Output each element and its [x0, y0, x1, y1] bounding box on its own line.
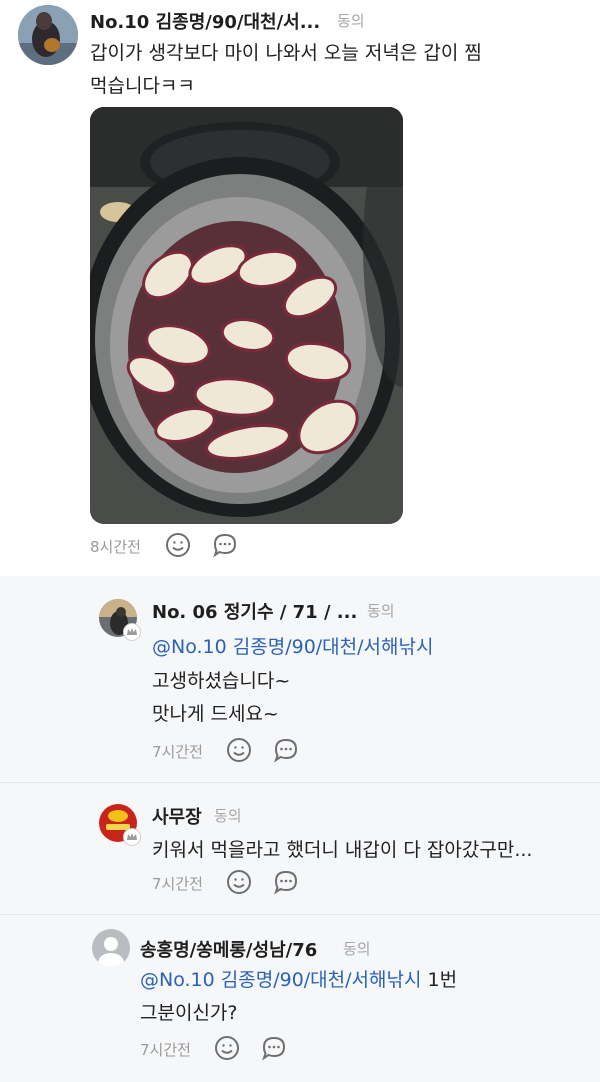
reply2-comment-icon[interactable] [272, 868, 300, 896]
reply3-tag: 동의 [343, 940, 371, 958]
main-comment-author[interactable]: No.10 김종명/90/대천/서... [90, 8, 335, 34]
reply3-emoji-icon[interactable] [213, 1034, 241, 1062]
reply2-author[interactable]: 사무장 [152, 803, 202, 829]
reply2-tag: 동의 [214, 807, 242, 825]
reply3-comment-icon[interactable] [260, 1034, 288, 1062]
main-comment-text-line1: 갑이가 생각보다 마이 나와서 오늘 저녁은 갑이 찜 [90, 42, 482, 64]
reply1-emoji-icon[interactable] [225, 736, 253, 764]
reply2-time: 7시간전 [152, 875, 203, 893]
reply3-mention-suffix: 1번 [421, 969, 458, 991]
main-comment-avatar[interactable] [18, 5, 78, 65]
main-comment-time: 8시간전 [90, 538, 141, 556]
reply3-text-line1: @No.10 김종명/90/대천/서해낚시 1번 [140, 964, 457, 997]
reply3-avatar[interactable] [92, 929, 130, 967]
reply1-time: 7시간전 [152, 743, 203, 761]
reply2-member-badge-icon [123, 828, 141, 846]
main-comment-photo[interactable] [90, 107, 403, 524]
reply3-author[interactable]: 송홍명/쏭메롱/성남/76 [140, 936, 317, 962]
reply1-tag: 동의 [367, 602, 395, 620]
emoji-reaction-icon[interactable] [164, 531, 192, 559]
reply1-text-line2: 맛나게 드세요~ [152, 703, 279, 725]
reply2-text-line1: 키워서 먹을라고 했더니 내갑이 다 잡아갔구만... [152, 839, 533, 861]
reply1-comment-icon[interactable] [272, 736, 300, 764]
reply1-member-badge-icon [123, 623, 141, 641]
reply1-text-line1: 고생하셨습니다~ [152, 670, 291, 692]
reply-comment-icon[interactable] [211, 531, 239, 559]
reply1-author[interactable]: No. 06 정기수 / 71 / ... [152, 598, 362, 624]
reply2-emoji-icon[interactable] [225, 868, 253, 896]
reply3-time: 7시간전 [140, 1041, 191, 1059]
reply3-text-line2: 그분이신가? [140, 1002, 238, 1024]
main-comment-text-line2: 먹습니다ㅋㅋ [90, 75, 195, 97]
reply3-mention-link[interactable]: @No.10 김종명/90/대천/서해낚시 [140, 969, 421, 991]
reply1-mention-link[interactable]: @No.10 김종명/90/대천/서해낚시 [152, 631, 433, 664]
main-comment-tag: 동의 [337, 12, 365, 30]
